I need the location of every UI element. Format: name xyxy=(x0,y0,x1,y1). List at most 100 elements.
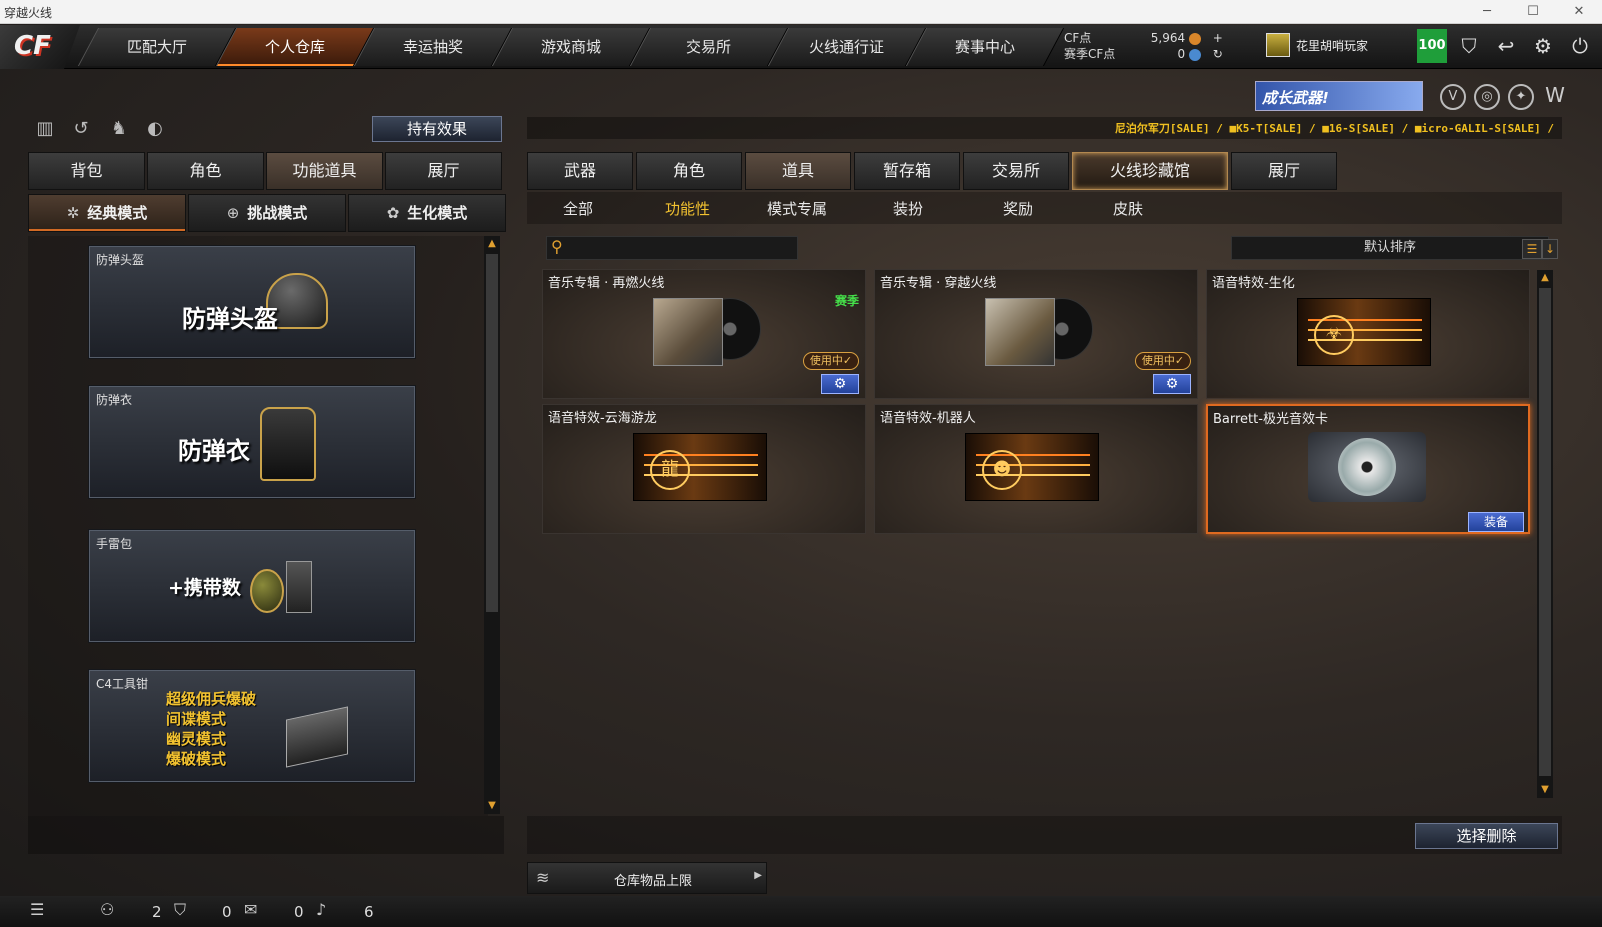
tab-collection[interactable]: 火线珍藏馆 xyxy=(1072,152,1228,190)
sort-dropdown[interactable]: 默认排序 ☰ ↓ xyxy=(1231,236,1558,260)
tab-roles[interactable]: 角色 xyxy=(636,152,742,190)
friends-icon[interactable]: ⚇ xyxy=(100,900,114,919)
nav-tab-warehouse[interactable]: 个人仓库 xyxy=(215,28,375,66)
subtab-skin[interactable]: 皮肤 xyxy=(1113,198,1143,219)
nav-tab-lottery[interactable]: 幸运抽奖 xyxy=(353,28,513,66)
rank-emblem-icon[interactable] xyxy=(1266,33,1290,57)
layers-icon: ≋ xyxy=(536,868,550,887)
tab-character[interactable]: 角色 xyxy=(147,152,264,190)
menu-icon[interactable]: ☰ xyxy=(30,900,44,919)
mode-classic[interactable]: ✲ 经典模式 xyxy=(28,194,186,232)
nav-tab-shop[interactable]: 游戏商城 xyxy=(491,28,651,66)
item-card[interactable]: 语音特效-生化 ☣ xyxy=(1206,269,1530,399)
left-scrollbar[interactable]: ▲ ▼ xyxy=(484,236,500,814)
tab-backpack[interactable]: 背包 xyxy=(28,152,145,190)
tab-weapons[interactable]: 武器 xyxy=(527,152,633,190)
warehouse-capacity-button[interactable]: ≋ 仓库物品上限 ▶ xyxy=(527,862,767,894)
sale-ticker[interactable]: 尼泊尔军刀[SALE] / ■K5-T[SALE] / ■16-S[SALE] … xyxy=(527,117,1562,139)
subtab-mode-exclusive[interactable]: 模式专属 xyxy=(767,198,827,219)
window-titlebar: 穿越火线 ─ ☐ ✕ xyxy=(0,0,1602,24)
cf-value: 5,964 xyxy=(1150,31,1186,45)
scroll-thumb[interactable] xyxy=(1539,288,1551,776)
globe-icon[interactable]: ◎ xyxy=(1474,84,1500,110)
subtab-all[interactable]: 全部 xyxy=(563,198,593,219)
scroll-up-arrow[interactable]: ▲ xyxy=(1537,270,1553,286)
item-grenade-pack[interactable]: 手雷包 +携带数 xyxy=(89,530,415,642)
item-card[interactable]: 音乐专辑 · 再燃火线 赛季 使用中✓ ⚙ xyxy=(542,269,866,399)
shield-icon[interactable]: ⛉ xyxy=(1455,31,1483,61)
tab-exchange[interactable]: 交易所 xyxy=(963,152,1069,190)
power-icon[interactable]: ⏻ xyxy=(1566,31,1594,61)
player-name[interactable]: 花里胡哨玩家 xyxy=(1296,37,1368,54)
currency-panel: CF点 5,964 + 赛季CF点 0 ↻ xyxy=(1064,30,1223,62)
history-icon[interactable]: ↺ xyxy=(68,116,94,142)
item-card[interactable]: 语音特效-云海游龙 龍 xyxy=(542,404,866,534)
scroll-down-arrow[interactable]: ▼ xyxy=(1537,782,1553,798)
scroll-down-arrow[interactable]: ▼ xyxy=(484,798,500,814)
holding-effect-button[interactable]: 持有效果 xyxy=(372,116,502,142)
tab-showroom-right[interactable]: 展厅 xyxy=(1231,152,1337,190)
search-icon: ⚲ xyxy=(551,237,563,256)
left-bottom-bar xyxy=(28,816,504,854)
tab-storage[interactable]: 暂存箱 xyxy=(854,152,960,190)
refresh-icon[interactable]: ↻ xyxy=(1213,47,1223,61)
mode-zombie[interactable]: ✿ 生化模式 xyxy=(348,194,506,232)
tab-showroom[interactable]: 展厅 xyxy=(385,152,502,190)
tab-function-items[interactable]: 功能道具 xyxy=(266,152,383,190)
left-item-list: 防弹头盔 防弹头盔 防弹衣 防弹衣 手雷包 +携带数 C4工具钳 超级佣兵爆破 … xyxy=(28,236,488,816)
classic-mode-icon: ✲ xyxy=(66,204,80,222)
clan-shield-icon[interactable]: ⛉ xyxy=(174,900,186,920)
star-icon[interactable]: ✦ xyxy=(1508,84,1534,110)
voice-effect-zombie-icon: ☣ xyxy=(1297,298,1431,366)
broadcast-count: 6 xyxy=(364,903,374,921)
logo-text: CF xyxy=(14,31,51,61)
select-delete-button[interactable]: 选择删除 xyxy=(1415,823,1558,849)
season-cf-value: 0 xyxy=(1177,47,1186,61)
character-icon[interactable]: ♞ xyxy=(106,116,132,142)
item-settings-button[interactable]: ⚙ xyxy=(821,374,859,394)
sort-label: 默认排序 xyxy=(1363,240,1416,255)
add-cf-icon[interactable]: + xyxy=(1213,31,1223,45)
item-card[interactable]: 音乐专辑 · 穿越火线 使用中✓ ⚙ xyxy=(874,269,1198,399)
gear-icon[interactable]: ⚙ xyxy=(1529,31,1557,61)
item-card[interactable]: 语音特效-机器人 ☻ xyxy=(874,404,1198,534)
medal-icon[interactable]: V xyxy=(1440,84,1466,110)
subtab-reward[interactable]: 奖励 xyxy=(1003,198,1033,219)
speaker-icon[interactable]: ♪ xyxy=(316,900,326,919)
nav-tab-match-hall[interactable]: 匹配大厅 xyxy=(77,28,237,66)
vest-icon xyxy=(260,407,316,481)
search-input[interactable]: ⚲ xyxy=(546,236,798,260)
list-view-icon[interactable]: ☰ xyxy=(1522,239,1542,259)
season-tag: 赛季 xyxy=(834,294,859,308)
return-icon[interactable]: ↩ xyxy=(1492,31,1520,61)
item-card-selected[interactable]: Barrett-极光音效卡 装备 xyxy=(1206,404,1530,534)
nav-tab-pass[interactable]: 火线通行证 xyxy=(767,28,927,66)
nav-tab-exchange[interactable]: 交易所 xyxy=(629,28,789,66)
right-scrollbar[interactable]: ▲ ▼ xyxy=(1537,270,1553,798)
item-vest[interactable]: 防弹衣 防弹衣 xyxy=(89,386,415,498)
maximize-button[interactable]: ☐ xyxy=(1510,0,1556,24)
close-button[interactable]: ✕ xyxy=(1556,0,1602,24)
w-icon[interactable]: W xyxy=(1542,84,1568,110)
scroll-thumb[interactable] xyxy=(486,254,498,612)
chat-icon[interactable]: ✉ xyxy=(244,900,257,919)
friends-count: 2 xyxy=(152,903,162,921)
item-settings-button[interactable]: ⚙ xyxy=(1153,374,1191,394)
tab-props[interactable]: 道具 xyxy=(745,152,851,190)
right-bottom-bar xyxy=(527,816,1562,854)
subtab-outfit[interactable]: 装扮 xyxy=(893,198,923,219)
bag-icon[interactable]: ◐ xyxy=(142,116,168,142)
nav-tab-events[interactable]: 赛事中心 xyxy=(905,28,1065,66)
mode-challenge[interactable]: ⊕ 挑战模式 xyxy=(188,194,346,232)
sort-order-icon[interactable]: ↓ xyxy=(1542,239,1558,259)
item-helmet[interactable]: 防弹头盔 防弹头盔 xyxy=(89,246,415,358)
promo-text: 成长武器! xyxy=(1262,89,1329,107)
subtab-functional[interactable]: 功能性 xyxy=(665,198,710,219)
promo-banner[interactable]: 成长武器! xyxy=(1255,81,1423,111)
equip-button[interactable]: 装备 xyxy=(1468,512,1524,532)
stats-icon[interactable]: ▥ xyxy=(32,116,58,142)
minimize-button[interactable]: ─ xyxy=(1464,0,1510,24)
item-c4-pliers[interactable]: C4工具钳 超级佣兵爆破 间谍模式 幽灵模式 爆破模式 xyxy=(89,670,415,782)
scroll-up-arrow[interactable]: ▲ xyxy=(484,236,500,252)
cf-logo[interactable]: CF xyxy=(0,25,80,69)
